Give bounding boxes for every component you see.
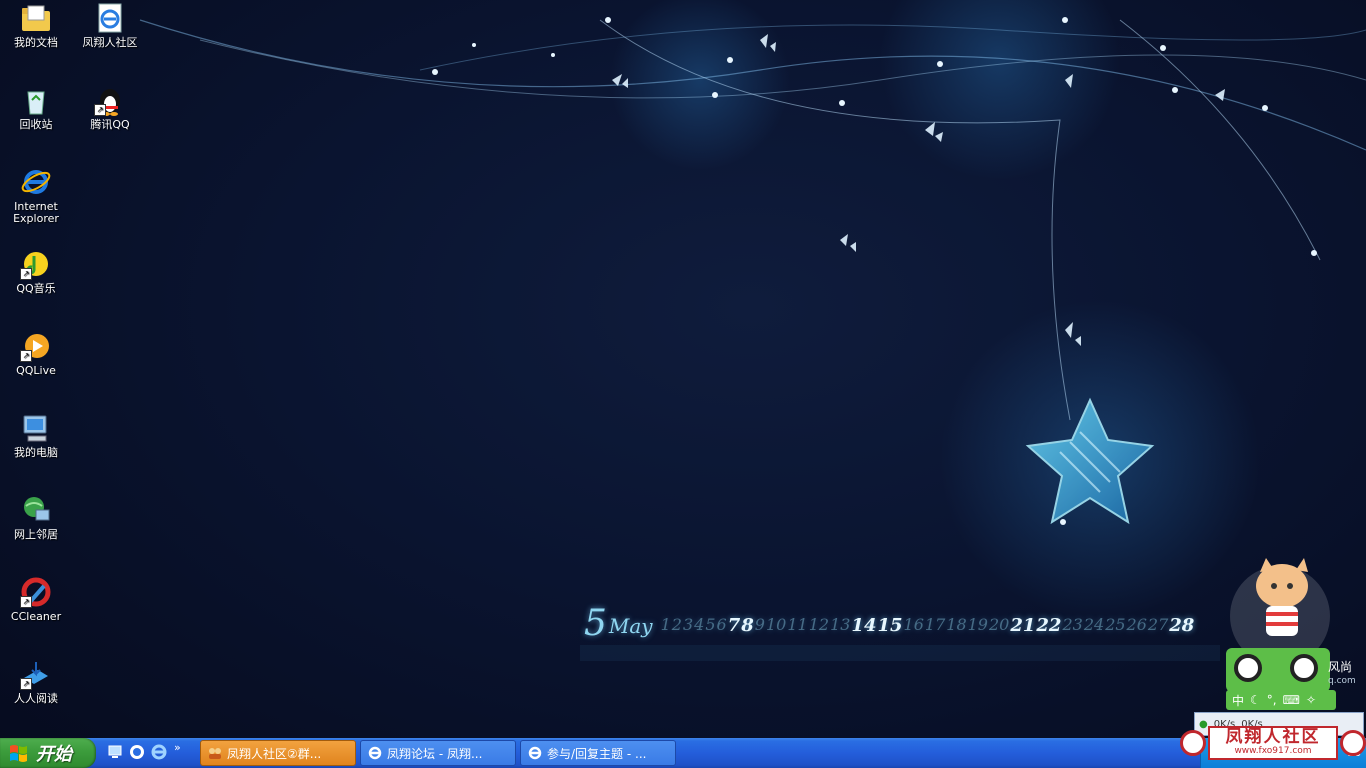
side-brand-label: 风尚 q.com <box>1328 660 1356 686</box>
renren-reader-icon: ↗ <box>20 658 52 690</box>
network-places-icon <box>20 494 52 526</box>
shortcut-arrow-icon: ↗ <box>20 268 32 280</box>
watermark-ring-left <box>1180 730 1206 756</box>
windows-flag-icon <box>10 745 27 762</box>
desktop-icon-qqlive[interactable]: ↗ QQLive <box>0 330 72 377</box>
calendar-day: 5 <box>705 615 716 634</box>
calendar-day: 21 <box>1010 615 1036 636</box>
cartoon-cat-on-bike-image <box>1226 558 1330 692</box>
moon-icon[interactable]: ☾ <box>1250 693 1261 707</box>
calendar-day: 12 <box>808 615 830 634</box>
calendar-day: 3 <box>682 615 694 634</box>
keyboard-icon[interactable]: ⌨ <box>1283 693 1300 707</box>
calendar-month-number: 5 <box>584 603 607 644</box>
shortcut-arrow-icon: ↗ <box>94 104 106 116</box>
ime-mode-toggle[interactable]: 中 <box>1232 692 1244 709</box>
calendar-day: 22 <box>1036 615 1062 636</box>
start-label: 开始 <box>36 744 72 765</box>
folder-documents-icon <box>20 2 52 34</box>
calendar-days: 1 2 3 4 5 6 7 8 9 10 11 12 13 14 15 16 17 18 19 20 21 22 23 24 2… <box>661 615 1195 636</box>
calendar-day: 4 <box>694 615 705 634</box>
punctuation-icon[interactable]: °, <box>1267 693 1277 707</box>
tools-icon[interactable]: ✧ <box>1306 693 1316 707</box>
shortcut-arrow-icon: ↗ <box>20 596 32 608</box>
watermark-banner: 凤翔人社区 www.fxo917.com <box>1208 726 1338 760</box>
desktop-icon-internet-explorer[interactable]: Internet Explorer <box>0 166 72 225</box>
desktop[interactable]: 我的文档 凤翔人社区 回收站 ↗ 腾讯QQ Internet Explorer … <box>0 0 1366 738</box>
calendar-day: 23 <box>1062 615 1083 634</box>
desktop-icon-qq-music[interactable]: ↗ QQ音乐 <box>0 248 72 295</box>
desktop-icon-my-computer[interactable]: 我的电脑 <box>0 412 72 459</box>
calendar-day: 2 <box>671 615 682 634</box>
shortcut-arrow-icon: ↗ <box>20 678 32 690</box>
watermark-ring-right <box>1340 730 1366 756</box>
ccleaner-icon: ↗ <box>20 576 52 608</box>
quick-launch: » <box>106 742 181 763</box>
fengxiang-watermark-logo: 凤翔人社区 www.fxo917.com <box>1180 722 1366 764</box>
ql-ie-icon[interactable] <box>150 743 168 761</box>
calendar-day: 18 <box>946 615 967 634</box>
calendar-day: 9 <box>754 615 765 634</box>
calendar-day: 7 <box>727 615 741 636</box>
quick-launch-more-button[interactable]: » <box>174 742 181 763</box>
calendar-day: 10 <box>765 615 787 634</box>
calendar-day: 19 <box>967 615 988 634</box>
calendar-day: 14 <box>851 615 877 636</box>
calendar-day: 25 <box>1105 615 1126 634</box>
ql-desktop-icon[interactable] <box>106 743 124 761</box>
calendar-day: 15 <box>877 615 903 636</box>
desktop-icon-ccleaner[interactable]: ↗ CCleaner <box>0 576 72 623</box>
qq-penguin-icon: ↗ <box>94 84 126 116</box>
calendar-day: 11 <box>787 615 808 634</box>
calendar-day: 6 <box>716 615 727 634</box>
taskbar-button-qq-group[interactable]: 凤翔人社区②群... <box>200 740 356 766</box>
qqlive-icon: ↗ <box>20 330 52 362</box>
desktop-icon-recycle-bin[interactable]: 回收站 <box>0 84 72 131</box>
desktop-icon-fengxiang-community[interactable]: 凤翔人社区 <box>74 2 146 49</box>
taskbar: 开始 » 凤翔人社区②群... 凤翔论坛 - 凤翔... 参与/回复主题 - .… <box>0 738 1366 768</box>
calendar-day: 1 <box>660 615 671 634</box>
calendar-month-name: May <box>608 614 653 638</box>
ime-toolbar[interactable]: 中 ☾ °, ⌨ ✧ <box>1226 690 1336 710</box>
ql-qq-icon[interactable] <box>128 743 146 761</box>
calendar-day: 20 <box>988 615 1010 634</box>
desktop-icon-renren-reader[interactable]: ↗ 人人阅读 <box>0 658 72 705</box>
calendar-day: 26 <box>1126 615 1147 634</box>
ie-icon <box>528 746 542 760</box>
calendar-day: 27 <box>1147 615 1169 634</box>
taskbar-button-fengxiang-forum[interactable]: 凤翔论坛 - 凤翔... <box>360 740 516 766</box>
calendar-day: 17 <box>924 615 946 634</box>
desktop-icon-network-places[interactable]: 网上邻居 <box>0 494 72 541</box>
recycle-bin-icon <box>20 84 52 116</box>
desktop-icon-my-documents[interactable]: 我的文档 <box>0 2 72 49</box>
qq-music-icon: ↗ <box>20 248 52 280</box>
calendar-day: 28 <box>1169 615 1195 636</box>
desktop-icon-tencent-qq[interactable]: ↗ 腾讯QQ <box>74 84 146 131</box>
ie-icon <box>368 746 382 760</box>
calendar-day: 24 <box>1083 615 1105 634</box>
calendar-day: 16 <box>903 615 924 634</box>
calendar-day: 13 <box>830 615 851 634</box>
taskbar-button-reply-topic[interactable]: 参与/回复主题 - ... <box>520 740 676 766</box>
my-computer-icon <box>20 412 52 444</box>
calendar-day: 8 <box>741 615 754 636</box>
internet-explorer-icon <box>20 166 52 198</box>
wallpaper-calendar: 5 May 1 2 3 4 5 6 7 8 9 10 11 12 13 14 15 16 17 18 19 20 21 2… <box>584 598 1194 642</box>
ie-document-icon <box>94 2 126 34</box>
start-button[interactable]: 开始 <box>0 738 96 768</box>
shortcut-arrow-icon: ↗ <box>20 350 32 362</box>
qq-group-icon <box>209 748 221 759</box>
